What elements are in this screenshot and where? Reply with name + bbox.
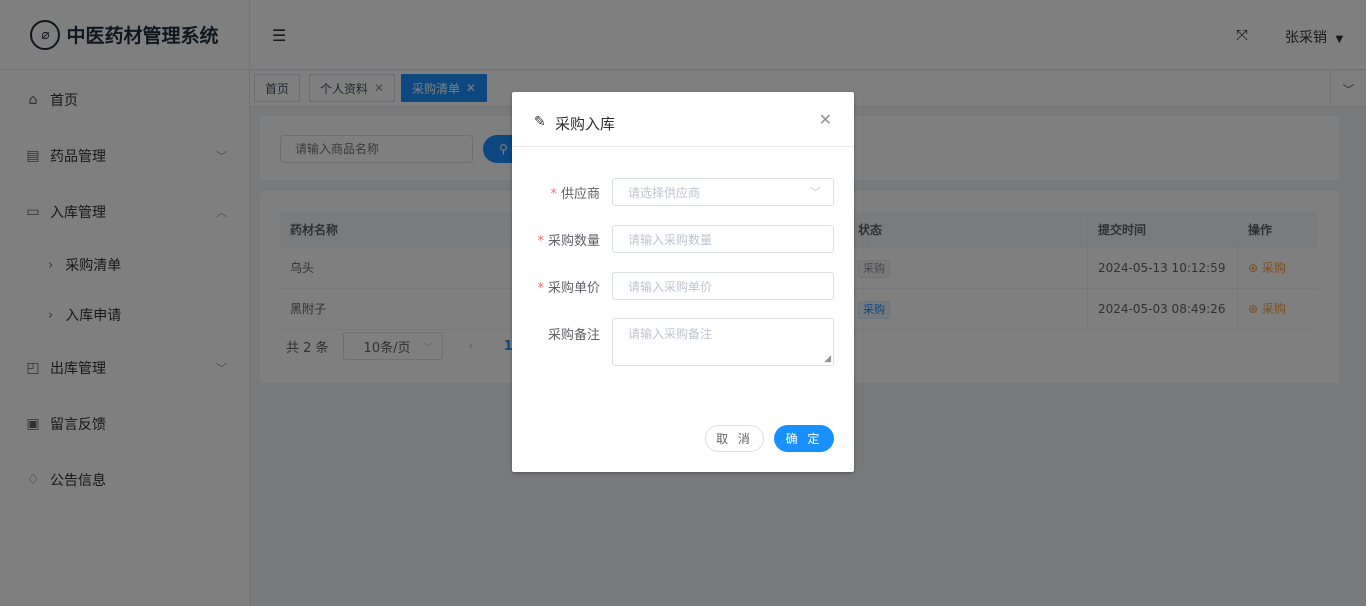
- required-mark: *: [537, 281, 544, 296]
- unit-price-label: * 采购单价: [537, 277, 600, 296]
- quantity-input[interactable]: 请输入采购数量: [612, 225, 834, 253]
- close-icon[interactable]: ✕: [819, 110, 832, 129]
- purchase-inbound-dialog: ✎ 采购入库 ✕ * 供应商 请选择供应商 ﹀ * 采购数量 请输入采购数量 * 采购…: [512, 92, 854, 472]
- remark-label: 采购备注: [548, 324, 600, 343]
- confirm-button[interactable]: 确 定: [774, 425, 834, 452]
- resize-handle-icon[interactable]: ◢: [824, 354, 831, 364]
- supplier-label: * 供应商: [550, 183, 600, 202]
- quantity-label: * 采购数量: [537, 230, 600, 249]
- quantity-placeholder: 请输入采购数量: [628, 232, 713, 247]
- field-label: 采购单价: [547, 281, 600, 296]
- remark-textarea[interactable]: 请输入采购备注 ◢: [612, 318, 834, 366]
- dialog-title: 采购入库: [555, 115, 616, 133]
- unit-price-input[interactable]: 请输入采购单价: [612, 272, 834, 300]
- cancel-button[interactable]: 取 消: [705, 425, 764, 452]
- field-label: 供应商: [560, 187, 600, 202]
- chevron-down-icon: ﹀: [810, 186, 821, 199]
- required-mark: *: [537, 234, 544, 249]
- required-mark: *: [550, 187, 557, 202]
- remark-placeholder: 请输入采购备注: [628, 327, 713, 341]
- dialog-header: ✎ 采购入库 ✕: [512, 92, 854, 147]
- edit-icon: ✎: [534, 114, 546, 130]
- field-label: 采购备注: [547, 328, 600, 343]
- field-label: 采购数量: [547, 234, 600, 249]
- unit-price-placeholder: 请输入采购单价: [628, 279, 713, 294]
- supplier-select[interactable]: 请选择供应商 ﹀: [612, 178, 834, 206]
- supplier-placeholder: 请选择供应商: [628, 185, 701, 200]
